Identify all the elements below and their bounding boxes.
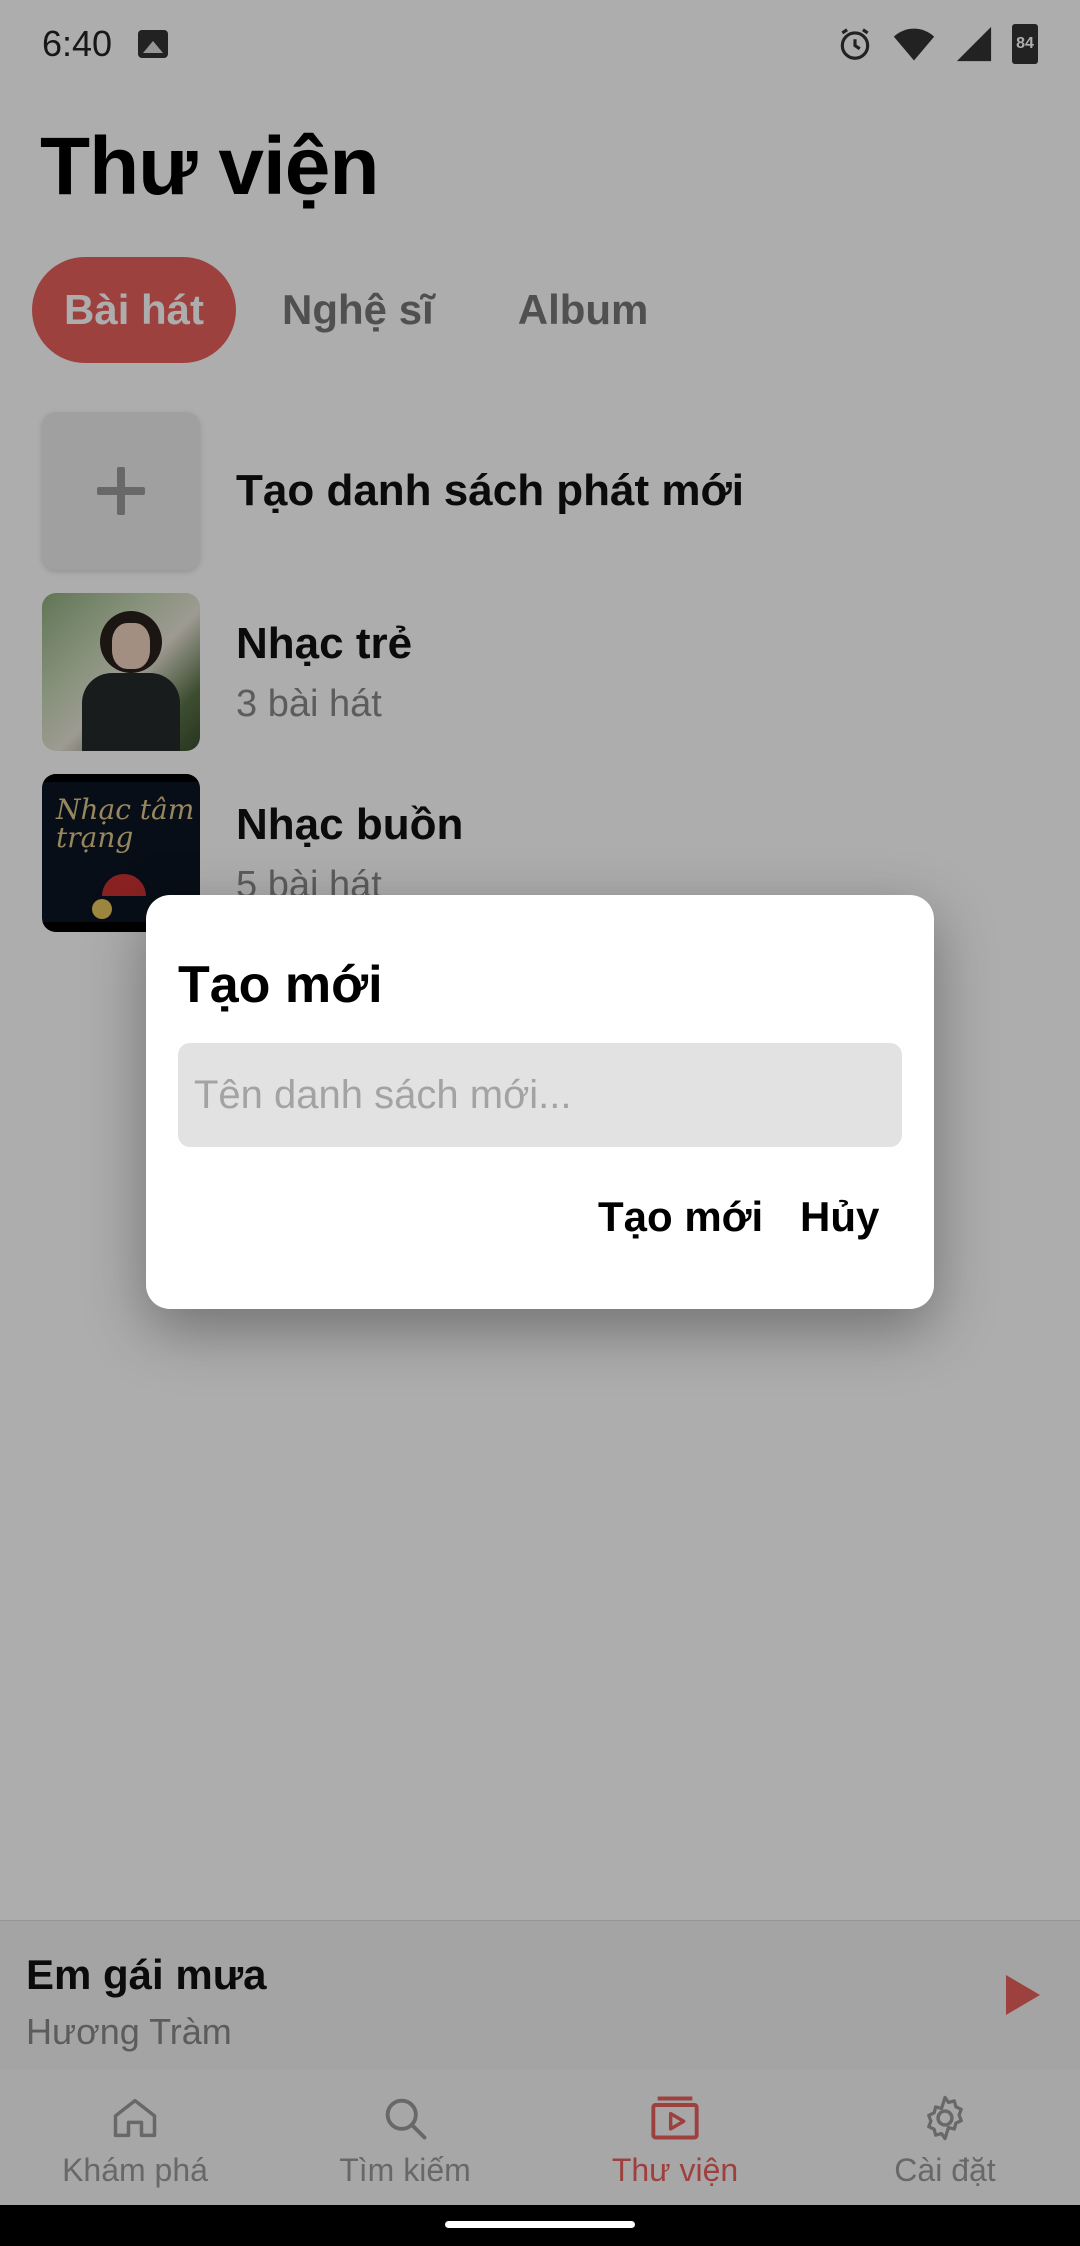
create-playlist-dialog: Tạo mới Tạo mới Hủy xyxy=(146,895,934,1309)
dialog-title: Tạo mới xyxy=(178,956,383,1014)
playlist-name-input[interactable] xyxy=(178,1043,902,1147)
system-nav-bar xyxy=(0,2205,1080,2246)
create-button[interactable]: Tạo mới xyxy=(598,1193,763,1241)
cancel-button[interactable]: Hủy xyxy=(800,1193,879,1241)
home-indicator[interactable] xyxy=(445,2221,635,2228)
